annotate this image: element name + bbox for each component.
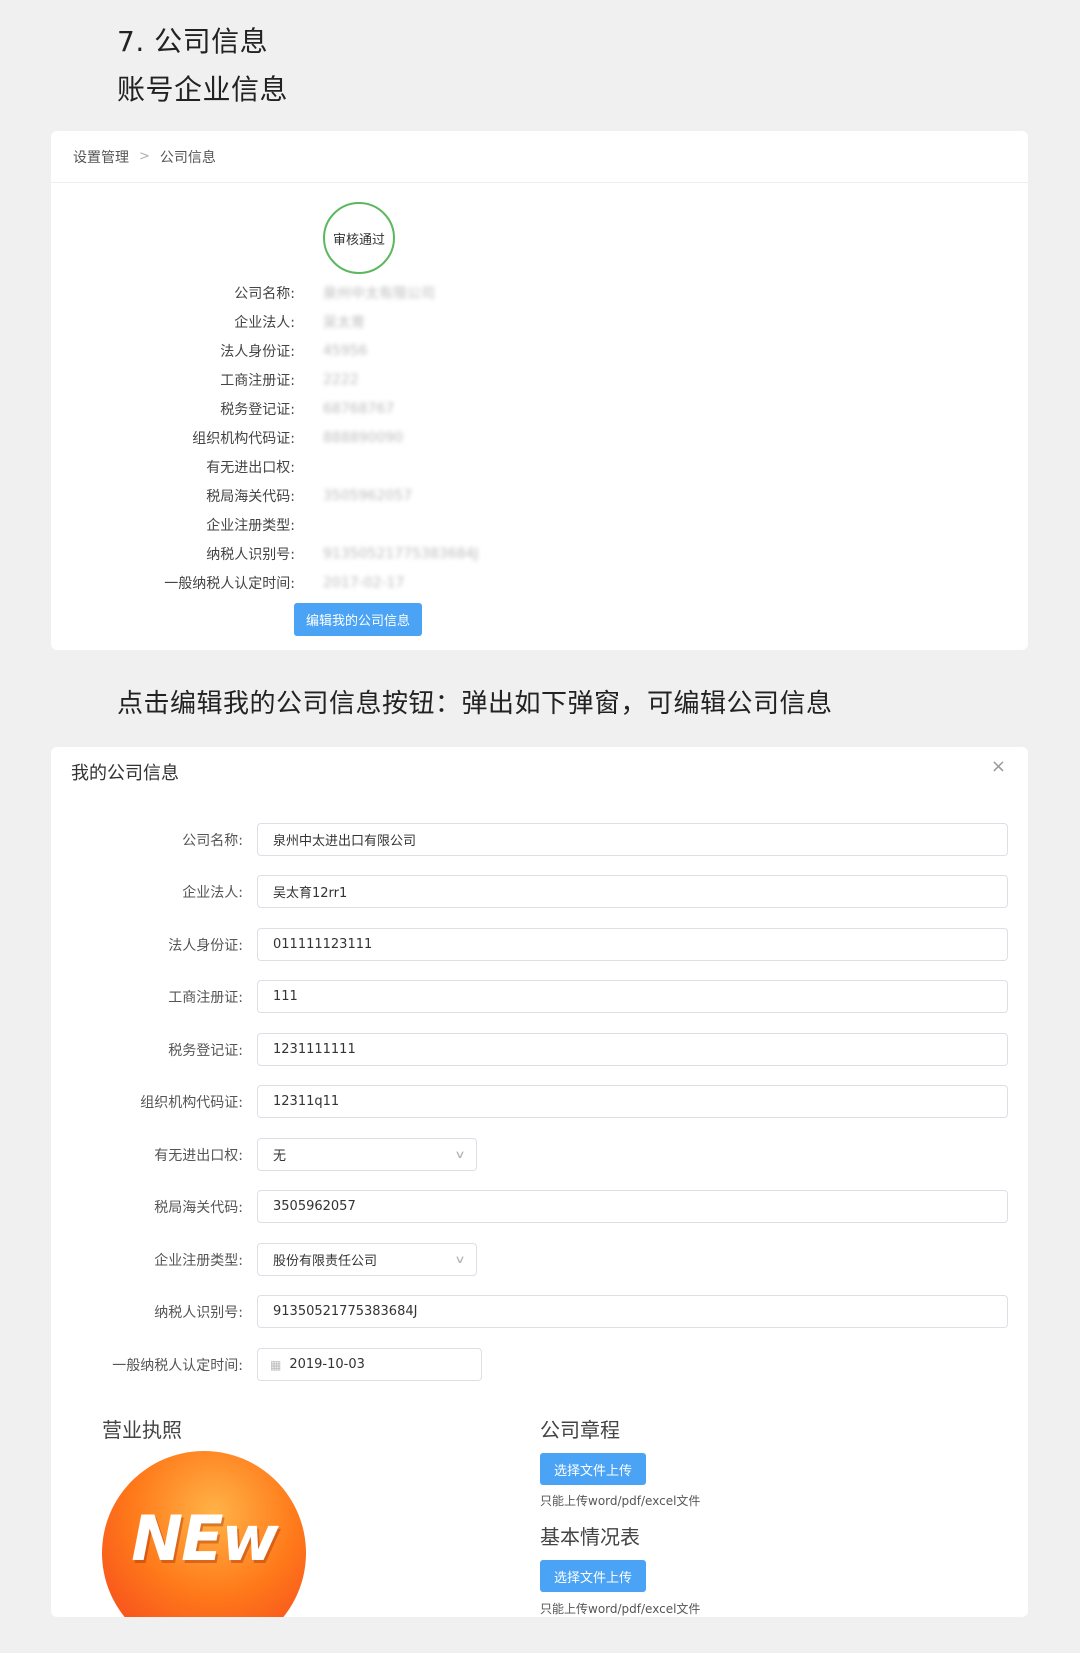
- info-value: 91350521775383684J: [323, 546, 479, 562]
- info-label: 税务登记证:: [220, 402, 295, 418]
- form-row-business-license: 工商注册证:: [51, 980, 1008, 1013]
- edit-company-info-button[interactable]: 编辑我的公司信息: [294, 603, 422, 636]
- info-label: 企业注册类型:: [206, 518, 295, 534]
- form-row-registration-type: 企业注册类型: 股份有限责任公司 ∨: [51, 1243, 477, 1276]
- id-card-input[interactable]: [257, 928, 1008, 961]
- info-value: 3505962057: [323, 488, 413, 504]
- info-label: 法人身份证:: [220, 344, 295, 360]
- company-charter-title: 公司章程: [540, 1418, 620, 1442]
- new-logo-text: NEw: [131, 1501, 279, 1575]
- business-license-title: 营业执照: [102, 1418, 182, 1442]
- field-label: 公司名称:: [182, 832, 243, 849]
- info-label: 企业法人:: [234, 315, 295, 331]
- form-row-taxpayer-date: 一般纳税人认定时间: ▦ 2019-10-03: [51, 1348, 482, 1381]
- taxpayer-date-picker[interactable]: ▦ 2019-10-03: [257, 1348, 482, 1381]
- field-label: 纳税人识别号:: [154, 1304, 243, 1321]
- info-label: 公司名称:: [234, 286, 295, 302]
- info-row-legal-person: 企业法人: 吴太育: [51, 311, 365, 333]
- company-info-modal: 我的公司信息 × 公司名称: 企业法人: 法人身份证: 工商注册证: 税务登记证…: [51, 747, 1028, 1617]
- info-row-company-name: 公司名称: 泉州中太有限公司: [51, 282, 435, 304]
- breadcrumb-item-company-info: 公司信息: [159, 149, 216, 166]
- status-badge: 审核通过: [323, 202, 395, 274]
- field-label: 法人身份证:: [168, 937, 243, 954]
- field-label: 企业法人:: [182, 884, 243, 901]
- info-value: 2017-02-17: [323, 575, 405, 591]
- form-row-company-name: 公司名称:: [51, 823, 1008, 856]
- close-icon[interactable]: ×: [991, 756, 1006, 777]
- select-value: 无: [273, 1149, 287, 1164]
- form-row-taxpayer-id: 纳税人识别号:: [51, 1295, 1008, 1328]
- info-label: 一般纳税人认定时间:: [164, 576, 295, 592]
- field-label: 税务登记证:: [168, 1042, 243, 1059]
- info-value: 泉州中太有限公司: [323, 286, 435, 302]
- registration-type-select[interactable]: 股份有限责任公司 ∨: [257, 1243, 477, 1276]
- info-row-org-code: 组织机构代码证: 888890090: [51, 427, 403, 449]
- form-row-import-export: 有无进出口权: 无 ∨: [51, 1138, 477, 1171]
- info-row-tax-registration: 税务登记证: 68768767: [51, 398, 394, 420]
- field-label: 税局海关代码:: [154, 1199, 243, 1216]
- basic-info-upload-button[interactable]: 选择文件上传: [540, 1560, 646, 1592]
- business-license-input[interactable]: [257, 980, 1008, 1013]
- modal-title: 我的公司信息: [71, 763, 179, 784]
- doc-heading-section: 7. 公司信息: [117, 25, 269, 58]
- info-row-import-export: 有无进出口权:: [51, 456, 323, 478]
- chevron-down-icon: ∨: [454, 1148, 466, 1161]
- field-label: 有无进出口权:: [154, 1147, 243, 1164]
- info-label: 纳税人识别号:: [206, 547, 295, 563]
- info-row-id-card: 法人身份证: 45956: [51, 340, 368, 362]
- calendar-icon: ▦: [270, 1357, 282, 1372]
- form-row-customs-code: 税局海关代码:: [51, 1190, 1008, 1223]
- date-value: 2019-10-03: [289, 1357, 365, 1372]
- breadcrumb-separator-icon: >: [139, 149, 150, 164]
- info-value: 2222: [323, 372, 359, 388]
- info-label: 工商注册证:: [220, 373, 295, 389]
- info-value: 吴太育: [323, 315, 365, 331]
- info-value: 45956: [323, 343, 368, 359]
- tax-registration-input[interactable]: [257, 1033, 1008, 1066]
- info-value: 68768767: [323, 401, 395, 417]
- info-row-customs-code: 税局海关代码: 3505962057: [51, 485, 412, 507]
- field-label: 企业注册类型:: [154, 1252, 243, 1269]
- info-row-taxpayer-date: 一般纳税人认定时间: 2017-02-17: [51, 572, 404, 594]
- info-label: 有无进出口权:: [206, 460, 295, 476]
- form-row-tax-registration: 税务登记证:: [51, 1033, 1008, 1066]
- chevron-down-icon: ∨: [454, 1253, 466, 1266]
- breadcrumb-item-settings[interactable]: 设置管理: [73, 147, 129, 167]
- info-row-registration-type: 企业注册类型:: [51, 514, 323, 536]
- charter-upload-button[interactable]: 选择文件上传: [540, 1453, 646, 1485]
- basic-info-upload-hint: 只能上传word/pdf/excel文件: [540, 1602, 701, 1616]
- legal-person-input[interactable]: [257, 875, 1008, 908]
- info-value: 888890090: [323, 430, 404, 446]
- basic-info-sheet-title: 基本情况表: [540, 1525, 640, 1549]
- form-row-org-code: 组织机构代码证:: [51, 1085, 1008, 1118]
- business-license-image[interactable]: NEw: [102, 1451, 306, 1617]
- taxpayer-id-input[interactable]: [257, 1295, 1008, 1328]
- field-label: 一般纳税人认定时间:: [112, 1357, 243, 1374]
- info-row-taxpayer-id: 纳税人识别号: 91350521775383684J: [51, 543, 479, 565]
- field-label: 工商注册证:: [168, 989, 243, 1006]
- info-label: 税局海关代码:: [206, 489, 295, 505]
- charter-upload-hint: 只能上传word/pdf/excel文件: [540, 1494, 701, 1508]
- company-info-card: 设置管理 > 公司信息 审核通过 公司名称: 泉州中太有限公司 企业法人: 吴太…: [51, 131, 1028, 650]
- info-label: 组织机构代码证:: [192, 431, 295, 447]
- select-value: 股份有限责任公司: [273, 1254, 378, 1269]
- import-export-select[interactable]: 无 ∨: [257, 1138, 477, 1171]
- breadcrumb: 设置管理 > 公司信息: [51, 131, 1028, 183]
- doc-heading-subsection: 账号企业信息: [117, 73, 289, 106]
- form-row-id-card: 法人身份证:: [51, 928, 1008, 961]
- field-label: 组织机构代码证:: [140, 1094, 243, 1111]
- form-row-legal-person: 企业法人:: [51, 875, 1008, 908]
- doc-instruction: 点击编辑我的公司信息按钮：弹出如下弹窗，可编辑公司信息: [117, 689, 833, 719]
- org-code-input[interactable]: [257, 1085, 1008, 1118]
- info-row-business-license: 工商注册证: 2222: [51, 369, 359, 391]
- company-name-input[interactable]: [257, 823, 1008, 856]
- customs-code-input[interactable]: [257, 1190, 1008, 1223]
